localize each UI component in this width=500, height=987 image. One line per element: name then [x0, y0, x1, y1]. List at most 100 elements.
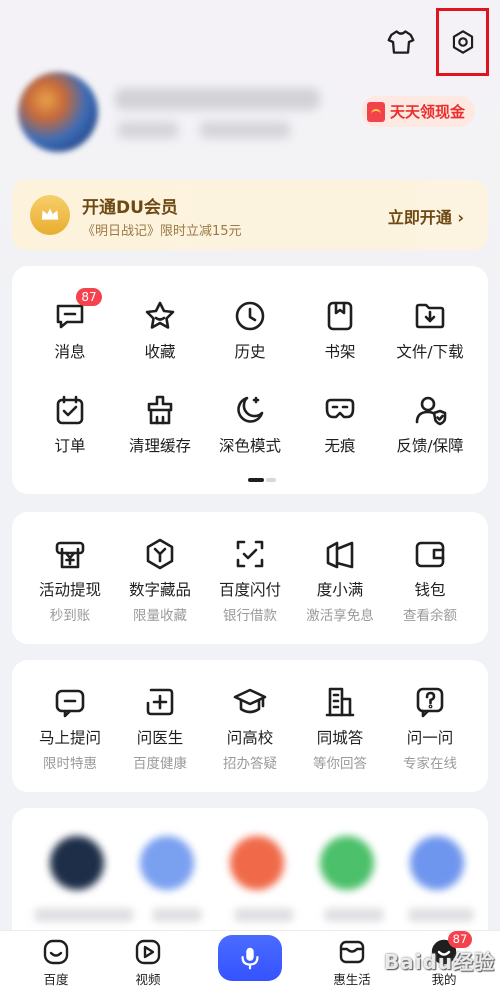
- primary-tools-card: 87 消息 收藏 历史 书架 文件/下载 订单 清理缓存 深色模式 无痕 反馈/…: [12, 266, 488, 494]
- graduation-icon: [204, 682, 296, 722]
- tool-subtitle: 限时特惠: [43, 756, 97, 772]
- tool-label: 消息: [54, 343, 86, 361]
- tool-dark-mode[interactable]: 深色模式: [204, 390, 296, 456]
- tshirt-icon[interactable]: [385, 26, 417, 58]
- tool-ask-university[interactable]: 问高校 招办答疑: [204, 682, 296, 772]
- tool-ask-expert[interactable]: 问一问 专家在线: [384, 682, 476, 772]
- recommended-app-blurred[interactable]: [230, 836, 284, 890]
- tool-label: 度小满: [316, 581, 364, 599]
- settings-button[interactable]: [436, 8, 489, 76]
- tool-label: 马上提问: [38, 729, 101, 747]
- tool-label: 钱包: [414, 581, 446, 599]
- tool-bookshelf[interactable]: 书架: [294, 296, 386, 362]
- tool-orders[interactable]: 订单: [24, 390, 116, 456]
- order-icon: [24, 390, 116, 430]
- recommended-app-blurred[interactable]: [410, 836, 464, 890]
- duxiaoman-icon: [294, 534, 386, 574]
- tool-label: 无痕: [324, 437, 356, 455]
- profile-stat-blurred: [118, 122, 178, 138]
- tool-ask-doctor[interactable]: 问医生 百度健康: [114, 682, 206, 772]
- tool-incognito[interactable]: 无痕: [294, 390, 386, 456]
- feedback-icon: [384, 390, 476, 430]
- voice-search-button[interactable]: [218, 935, 282, 981]
- crown-icon: [30, 195, 70, 235]
- tool-local-answers[interactable]: 同城答 等你回答: [294, 682, 386, 772]
- clock-icon: [204, 296, 296, 336]
- tool-duxiaoman[interactable]: 度小满 激活享免息: [294, 534, 386, 624]
- message-icon: 87: [24, 288, 116, 336]
- mask-icon: [294, 390, 386, 430]
- tool-messages[interactable]: 87 消息: [24, 288, 116, 362]
- recommended-label-blurred: [324, 908, 384, 922]
- tool-label: 深色模式: [218, 437, 281, 455]
- nav-life-service[interactable]: 惠生活: [320, 937, 384, 987]
- finance-tools-card: 活动提现 秒到账 数字藏品 限量收藏 百度闪付 银行借款 度小满 激活享免息 钱…: [12, 512, 488, 644]
- avatar[interactable]: [18, 72, 98, 152]
- nav-home[interactable]: 百度: [24, 937, 88, 987]
- tool-label: 书架: [324, 343, 356, 361]
- tool-subtitle: 等你回答: [313, 756, 367, 772]
- profile-section: 天天领现金: [0, 70, 500, 170]
- nav-video[interactable]: 视频: [116, 937, 180, 987]
- tool-label: 反馈/保障: [396, 437, 464, 455]
- tool-label: 收藏: [144, 343, 176, 361]
- top-bar: [0, 0, 500, 80]
- moon-icon: [204, 390, 296, 430]
- question-icon: [384, 682, 476, 722]
- building-icon: [294, 682, 386, 722]
- vip-open-button[interactable]: 立即开通 ›: [388, 204, 464, 228]
- watermark: Baidu经验: [384, 950, 496, 974]
- bookshelf-icon: [294, 296, 386, 336]
- red-envelope-icon: [367, 101, 385, 122]
- tool-cash-withdraw[interactable]: 活动提现 秒到账: [24, 534, 116, 624]
- vip-subtitle: 《明日战记》限时立减15元: [82, 224, 242, 239]
- tool-favorites[interactable]: 收藏: [114, 296, 206, 362]
- yen-icon: [24, 534, 116, 574]
- shop-icon: [320, 937, 384, 967]
- star-icon: [114, 296, 206, 336]
- profile-stat-blurred: [200, 122, 290, 138]
- tool-ask-now[interactable]: 马上提问 限时特惠: [24, 682, 116, 772]
- page-dot: [266, 478, 276, 482]
- tool-baidu-pay[interactable]: 百度闪付 银行借款: [204, 534, 296, 624]
- tool-subtitle: 限量收藏: [133, 608, 187, 624]
- tool-subtitle: 激活享免息: [306, 608, 374, 624]
- tool-digital-collectibles[interactable]: 数字藏品 限量收藏: [114, 534, 206, 624]
- tool-label: 问医生: [136, 729, 184, 747]
- vip-title: 开通DU会员: [82, 198, 178, 218]
- medical-icon: [114, 682, 206, 722]
- tool-label: 问高校: [226, 729, 274, 747]
- username-blurred[interactable]: [115, 88, 320, 110]
- nav-label: 惠生活: [333, 972, 371, 987]
- tool-subtitle: 查看余额: [403, 608, 457, 624]
- scan-icon: [204, 534, 296, 574]
- tool-label: 订单: [54, 437, 86, 455]
- recommended-app-blurred[interactable]: [140, 836, 194, 890]
- video-icon: [116, 937, 180, 967]
- recommended-app-blurred[interactable]: [50, 836, 104, 890]
- tool-label: 问一问: [406, 729, 454, 747]
- nav-label: 视频: [135, 972, 161, 987]
- tool-subtitle: 百度健康: [133, 756, 187, 772]
- folder-download-icon: [384, 296, 476, 336]
- microphone-icon: [241, 947, 259, 970]
- tool-history[interactable]: 历史: [204, 296, 296, 362]
- recommended-app-blurred[interactable]: [320, 836, 374, 890]
- baidu-home-icon: [24, 937, 88, 967]
- tool-clear-cache[interactable]: 清理缓存: [114, 390, 206, 456]
- recommended-label-blurred: [234, 908, 294, 922]
- tool-label: 同城答: [316, 729, 364, 747]
- tool-feedback[interactable]: 反馈/保障: [384, 390, 476, 456]
- tool-files-download[interactable]: 文件/下载: [384, 296, 476, 362]
- tool-label: 百度闪付: [218, 581, 281, 599]
- recommended-label-blurred: [152, 908, 202, 922]
- daily-cash-button[interactable]: 天天领现金: [361, 96, 476, 127]
- recommended-label-blurred: [408, 908, 474, 922]
- tool-subtitle: 招办答疑: [223, 756, 277, 772]
- tool-wallet[interactable]: 钱包 查看余额: [384, 534, 476, 624]
- broom-icon: [114, 390, 206, 430]
- tool-label: 活动提现: [38, 581, 101, 599]
- tool-subtitle: 专家在线: [403, 756, 457, 772]
- vip-banner[interactable]: 开通DU会员 《明日战记》限时立减15元 立即开通 ›: [12, 180, 488, 250]
- nav-label: 百度: [43, 972, 69, 987]
